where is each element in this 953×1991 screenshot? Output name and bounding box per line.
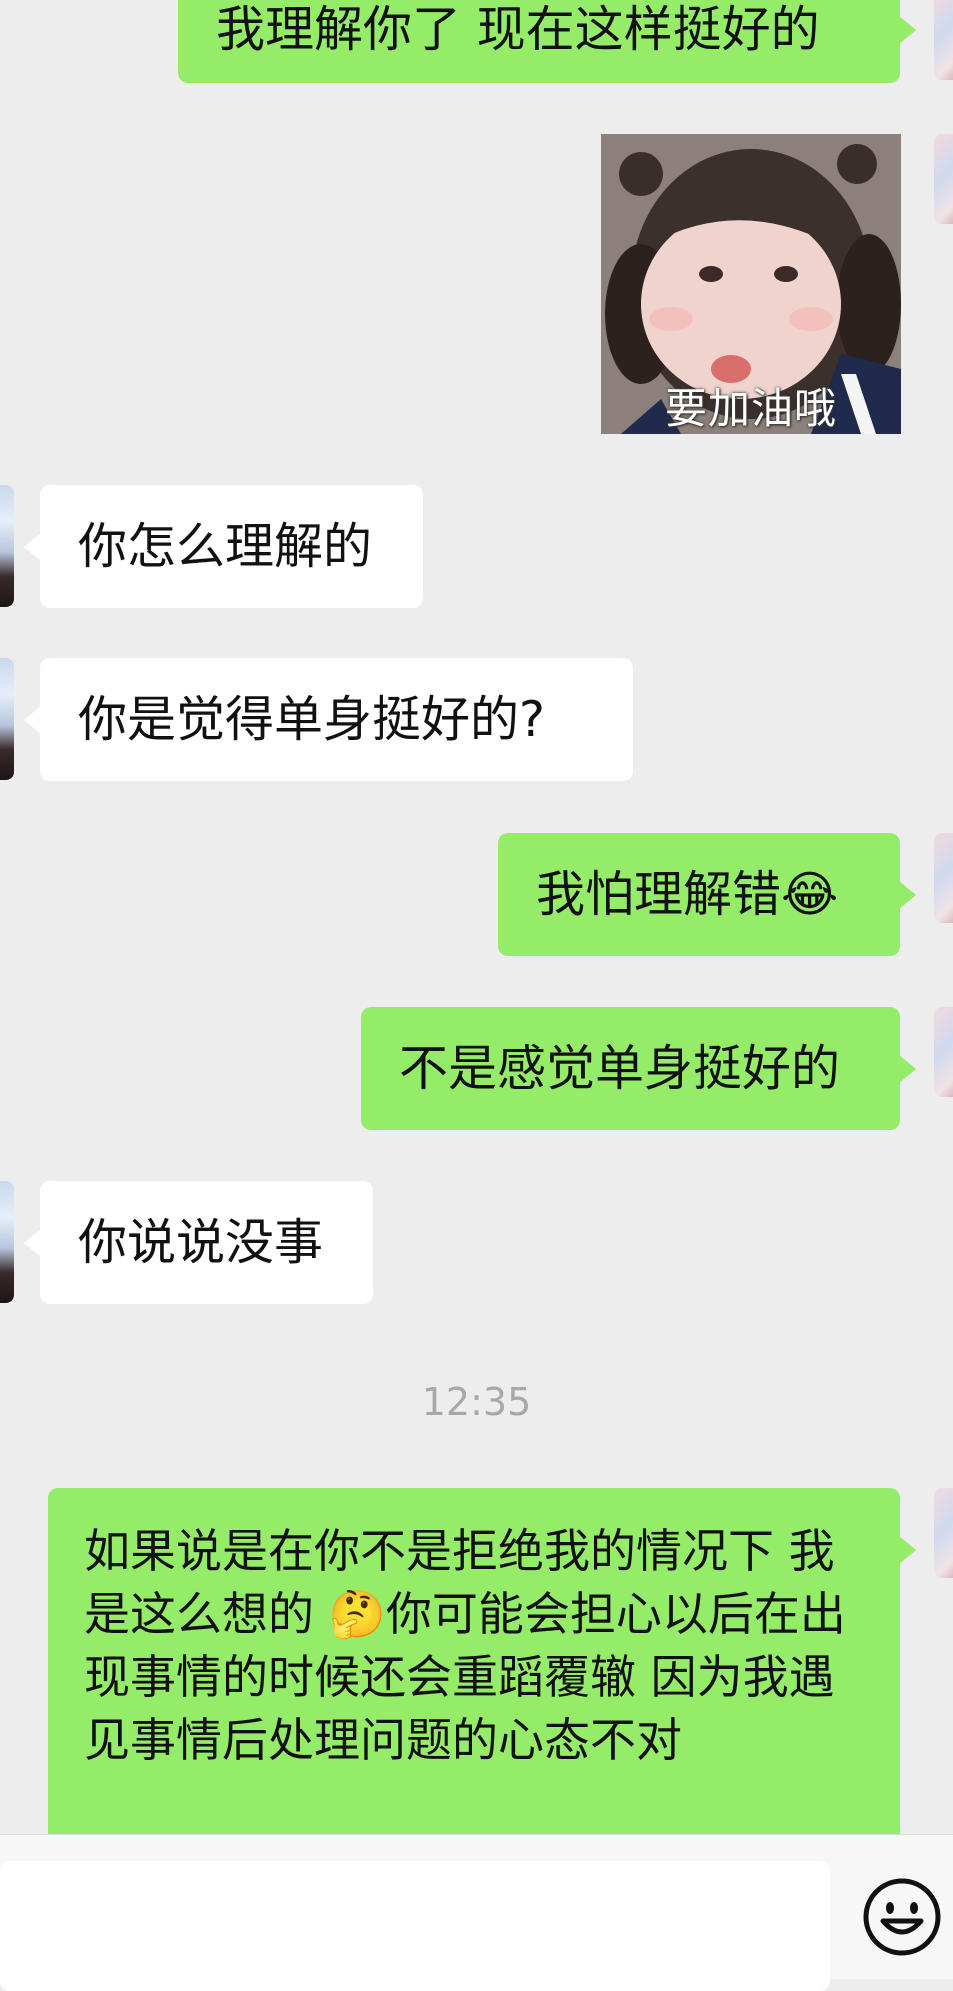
message-text: 不是感觉单身挺好的: [399, 1039, 841, 1097]
self-avatar[interactable]: [934, 0, 953, 80]
peer-avatar[interactable]: [0, 1181, 14, 1303]
self-avatar[interactable]: [934, 833, 953, 923]
chat-input-bar: [0, 1834, 953, 1991]
message-bubble-incoming[interactable]: 你怎么理解的: [40, 485, 423, 608]
chat-timestamp: 12:35: [421, 1380, 532, 1424]
sticker-caption: 要加油哦: [664, 384, 837, 433]
self-avatar[interactable]: [934, 1007, 953, 1097]
self-avatar[interactable]: [934, 134, 953, 224]
message-bubble-outgoing[interactable]: 如果说是在你不是拒绝我的情况下 我是这么想的 🤔你可能会担心以后在出现事情的时候…: [48, 1488, 916, 1868]
message-bubble-incoming[interactable]: 你是觉得单身挺好的?: [40, 658, 633, 781]
peer-avatar[interactable]: [0, 485, 14, 607]
message-text: 我怕理解错😂: [536, 865, 839, 923]
message-bubble-outgoing[interactable]: 我理解你了 现在这样挺好的: [178, 0, 900, 83]
self-avatar[interactable]: [934, 1488, 953, 1578]
message-bubble-outgoing[interactable]: 我怕理解错😂: [498, 833, 900, 956]
sticker-image[interactable]: 要加油哦: [601, 134, 901, 434]
message-text: 你是觉得单身挺好的?: [78, 690, 546, 748]
emoji-button[interactable]: [862, 1877, 942, 1957]
smiley-face-icon: [863, 1878, 941, 1956]
message-text: 你怎么理解的: [78, 517, 373, 575]
message-input[interactable]: [0, 1861, 830, 1991]
message-text: 我理解你了 现在这样挺好的: [216, 0, 820, 58]
message-bubble-outgoing[interactable]: 不是感觉单身挺好的: [361, 1007, 900, 1130]
message-bubble-incoming[interactable]: 你说说没事: [40, 1181, 373, 1304]
message-text: 你说说没事: [78, 1213, 324, 1271]
message-text: 如果说是在你不是拒绝我的情况下 我是这么想的 🤔你可能会担心以后在出现事情的时候…: [84, 1524, 846, 1767]
peer-avatar[interactable]: [0, 658, 14, 780]
